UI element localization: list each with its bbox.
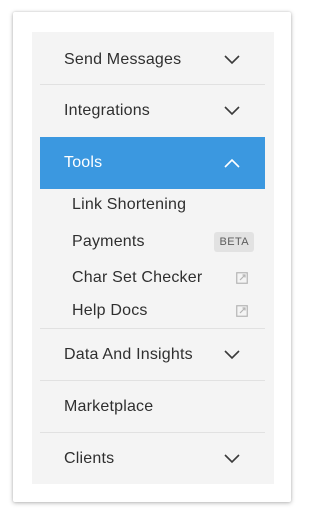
submenu-item-label: Link Shortening	[72, 196, 187, 213]
submenu-item-label: Char Set Checker	[72, 269, 203, 286]
menu-item-send-messages[interactable]: Send Messages	[40, 34, 265, 86]
menu-item-label: Tools	[64, 154, 103, 171]
menu-item-data-and-insights[interactable]: Data And Insights	[40, 329, 265, 381]
submenu-item-link-shortening[interactable]: Link Shortening	[72, 192, 250, 218]
sidebar-menu: Send Messages Integrations Tools Link Sh…	[32, 32, 274, 484]
chevron-down-icon	[224, 350, 240, 360]
chevron-down-icon	[224, 454, 240, 464]
menu-item-label: Marketplace	[64, 398, 154, 415]
menu-item-label: Integrations	[64, 102, 151, 119]
submenu-item-char-set-checker[interactable]: Char Set Checker	[72, 265, 250, 291]
external-link-icon	[236, 305, 248, 317]
menu-item-marketplace[interactable]: Marketplace	[40, 381, 265, 433]
submenu-item-payments[interactable]: Payments BETA	[72, 229, 254, 255]
submenu-item-label: Payments	[72, 233, 145, 250]
chevron-down-icon	[224, 106, 240, 116]
menu-item-integrations[interactable]: Integrations	[40, 85, 265, 137]
chevron-up-icon	[224, 158, 240, 168]
chevron-down-icon	[224, 55, 240, 65]
menu-item-tools[interactable]: Tools	[40, 137, 265, 189]
menu-item-label: Data And Insights	[64, 346, 193, 363]
beta-badge: BETA	[214, 232, 254, 252]
menu-item-label: Send Messages	[64, 51, 182, 68]
submenu-item-help-docs[interactable]: Help Docs	[72, 298, 250, 324]
menu-item-label: Clients	[64, 450, 115, 467]
external-link-icon	[236, 272, 248, 284]
menu-item-clients[interactable]: Clients	[40, 433, 265, 485]
submenu-item-label: Help Docs	[72, 302, 148, 319]
